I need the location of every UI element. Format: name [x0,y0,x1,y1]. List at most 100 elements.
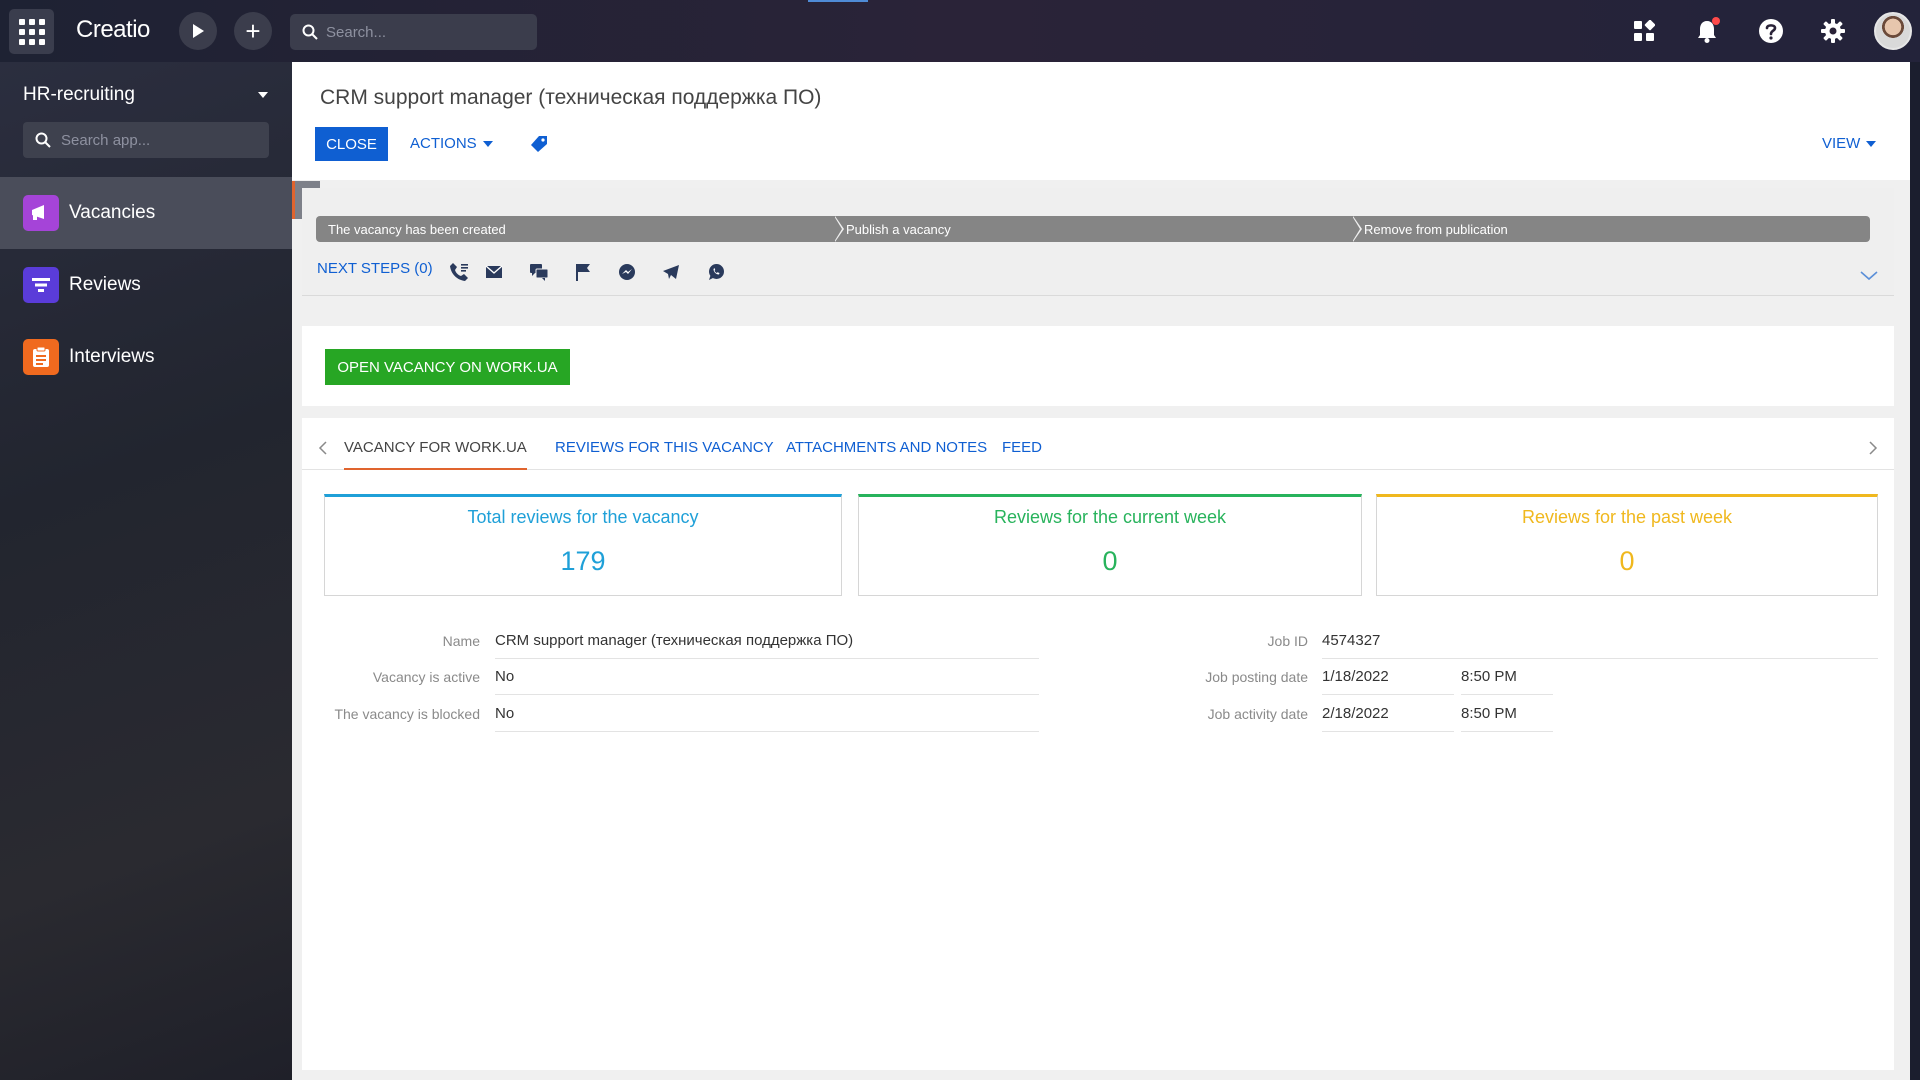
task-button[interactable] [573,262,593,282]
help-button[interactable] [1754,14,1788,48]
open-vacancy-button[interactable]: OPEN VACANCY ON WORK.UA [325,349,570,385]
tag-icon [531,136,547,152]
field-job-activity-time[interactable]: 8:50 PM [1461,705,1553,732]
tab-feed[interactable]: FEED [1002,439,1042,470]
call-button[interactable] [449,262,469,282]
chevron-left-icon [318,441,327,455]
widgets-button[interactable] [1627,14,1661,48]
field-job-posting-date[interactable]: 1/18/2022 [1322,668,1454,695]
field-vacancy-active[interactable]: No [495,668,1039,695]
dashboard-title: Reviews for the past week [1521,507,1733,527]
field-label-job-posting-date: Job posting date [1205,669,1308,685]
field-name[interactable]: CRM support manager (техническая поддерж… [495,632,1039,659]
tag-button[interactable] [530,135,548,158]
sidebar-item-label: Vacancies [69,202,156,223]
dashboard-title: Reviews for the current week [993,507,1227,527]
email-button[interactable] [484,262,504,282]
flag-icon [576,264,590,281]
field-vacancy-blocked[interactable]: No [495,705,1039,732]
grid-icon [18,18,45,45]
next-steps-link[interactable]: NEXT STEPS (0) [317,260,433,277]
action-panel: OPEN VACANCY ON WORK.UA [302,326,1894,406]
chevron-right-icon [1869,441,1878,455]
stage-item[interactable]: The vacancy has been created [316,216,844,242]
messenger-icon [619,264,635,280]
loading-indicator [808,0,868,2]
stage-label: The vacancy has been created [328,221,506,237]
sidebar-item-reviews[interactable]: Reviews [0,249,292,321]
global-search-placeholder: Search... [326,23,387,41]
settings-button[interactable] [1816,14,1850,48]
phone-icon [450,263,468,281]
field-label-vacancy-active: Vacancy is active [372,669,480,685]
user-avatar[interactable] [1874,12,1912,50]
app-search-input[interactable]: Search app... [23,122,269,158]
tabs-scroll-left-button[interactable] [318,440,328,461]
search-icon [302,24,318,40]
stage-bar: The vacancy has been created Publish a v… [316,216,1870,242]
chevron-down-icon [482,140,493,147]
stage-panel: The vacancy has been created Publish a v… [302,188,1894,296]
view-button[interactable]: VIEW [1822,135,1877,152]
whatsapp-button[interactable] [706,262,726,282]
gear-icon [1821,19,1845,43]
dashboard-current-week: Reviews for the current week 0 [858,494,1362,596]
close-button[interactable]: CLOSE [315,127,388,161]
clipboard-icon [23,339,59,375]
chevron-down-icon [1866,140,1877,147]
notification-badge [1712,17,1720,25]
telegram-button[interactable] [661,262,681,282]
field-job-id[interactable]: 4574327 [1322,632,1878,659]
field-job-activity-date[interactable]: 2/18/2022 [1322,705,1454,732]
creatio-logo[interactable]: Creatio [76,16,150,44]
page-header: CRM support manager (техническая поддерж… [292,62,1910,180]
field-label-vacancy-blocked: The vacancy is blocked [334,706,480,722]
expand-stage-button[interactable] [1860,268,1878,286]
app-search-placeholder: Search app... [61,131,151,149]
record-page: CRM support manager (техническая поддерж… [292,62,1910,1080]
sidebar-item-label: Reviews [69,274,141,295]
dashboard-value: 0 [1619,546,1635,576]
tab-attachments-and-notes[interactable]: ATTACHMENTS AND NOTES [786,439,987,470]
dashboard-total-reviews: Total reviews for the vacancy 179 [324,494,842,596]
actions-label: ACTIONS [410,135,477,152]
sidebar-item-vacancies[interactable]: Vacancies [0,177,292,249]
sidebar-item-label: Interviews [69,346,155,367]
top-bar: Creatio + Search... [0,0,1920,62]
help-icon [1759,19,1783,43]
plus-icon: + [245,16,261,46]
add-button[interactable]: + [234,12,272,50]
tab-vacancy-for-work-ua[interactable]: VACANCY FOR WORK.UA [344,439,527,470]
field-job-posting-time[interactable]: 8:50 PM [1461,668,1553,695]
app-name: HR-recruiting [23,84,135,105]
chevron-down-icon [1860,271,1878,281]
view-label: VIEW [1822,135,1861,152]
megaphone-icon [23,195,59,231]
dashboard-title: Total reviews for the vacancy [467,507,699,527]
dashboard-value: 179 [560,546,606,576]
field-label-name: Name [442,633,480,649]
tabs-scroll-right-button[interactable] [1868,440,1878,461]
messenger-button[interactable] [617,262,637,282]
stage-label: Publish a vacancy [846,221,951,237]
chat-button[interactable] [529,262,549,282]
global-search-input[interactable]: Search... [290,14,537,50]
dashboard-grid-icon [1634,20,1655,41]
dashboard-value: 0 [1102,546,1118,576]
app-switcher[interactable]: HR-recruiting [23,82,268,108]
notifications-button[interactable] [1690,14,1724,48]
dashboard-past-week: Reviews for the past week 0 [1376,494,1878,596]
envelope-icon [485,265,503,278]
field-label-job-id: Job ID [1267,633,1308,649]
actions-button[interactable]: ACTIONS [410,135,493,152]
app-launcher-button[interactable] [9,9,54,54]
stage-item[interactable]: Remove from publication [1352,216,1870,242]
run-process-button[interactable] [179,12,217,50]
tab-reviews-for-this-vacancy[interactable]: REVIEWS FOR THIS VACANCY [555,439,774,470]
stage-item[interactable]: Publish a vacancy [834,216,1362,242]
sidebar-item-interviews[interactable]: Interviews [0,321,292,393]
play-icon [193,24,204,38]
tabs-panel: VACANCY FOR WORK.UA REVIEWS FOR THIS VAC… [302,418,1894,1070]
field-label-job-activity-date: Job activity date [1207,706,1308,722]
telegram-icon [663,265,679,279]
